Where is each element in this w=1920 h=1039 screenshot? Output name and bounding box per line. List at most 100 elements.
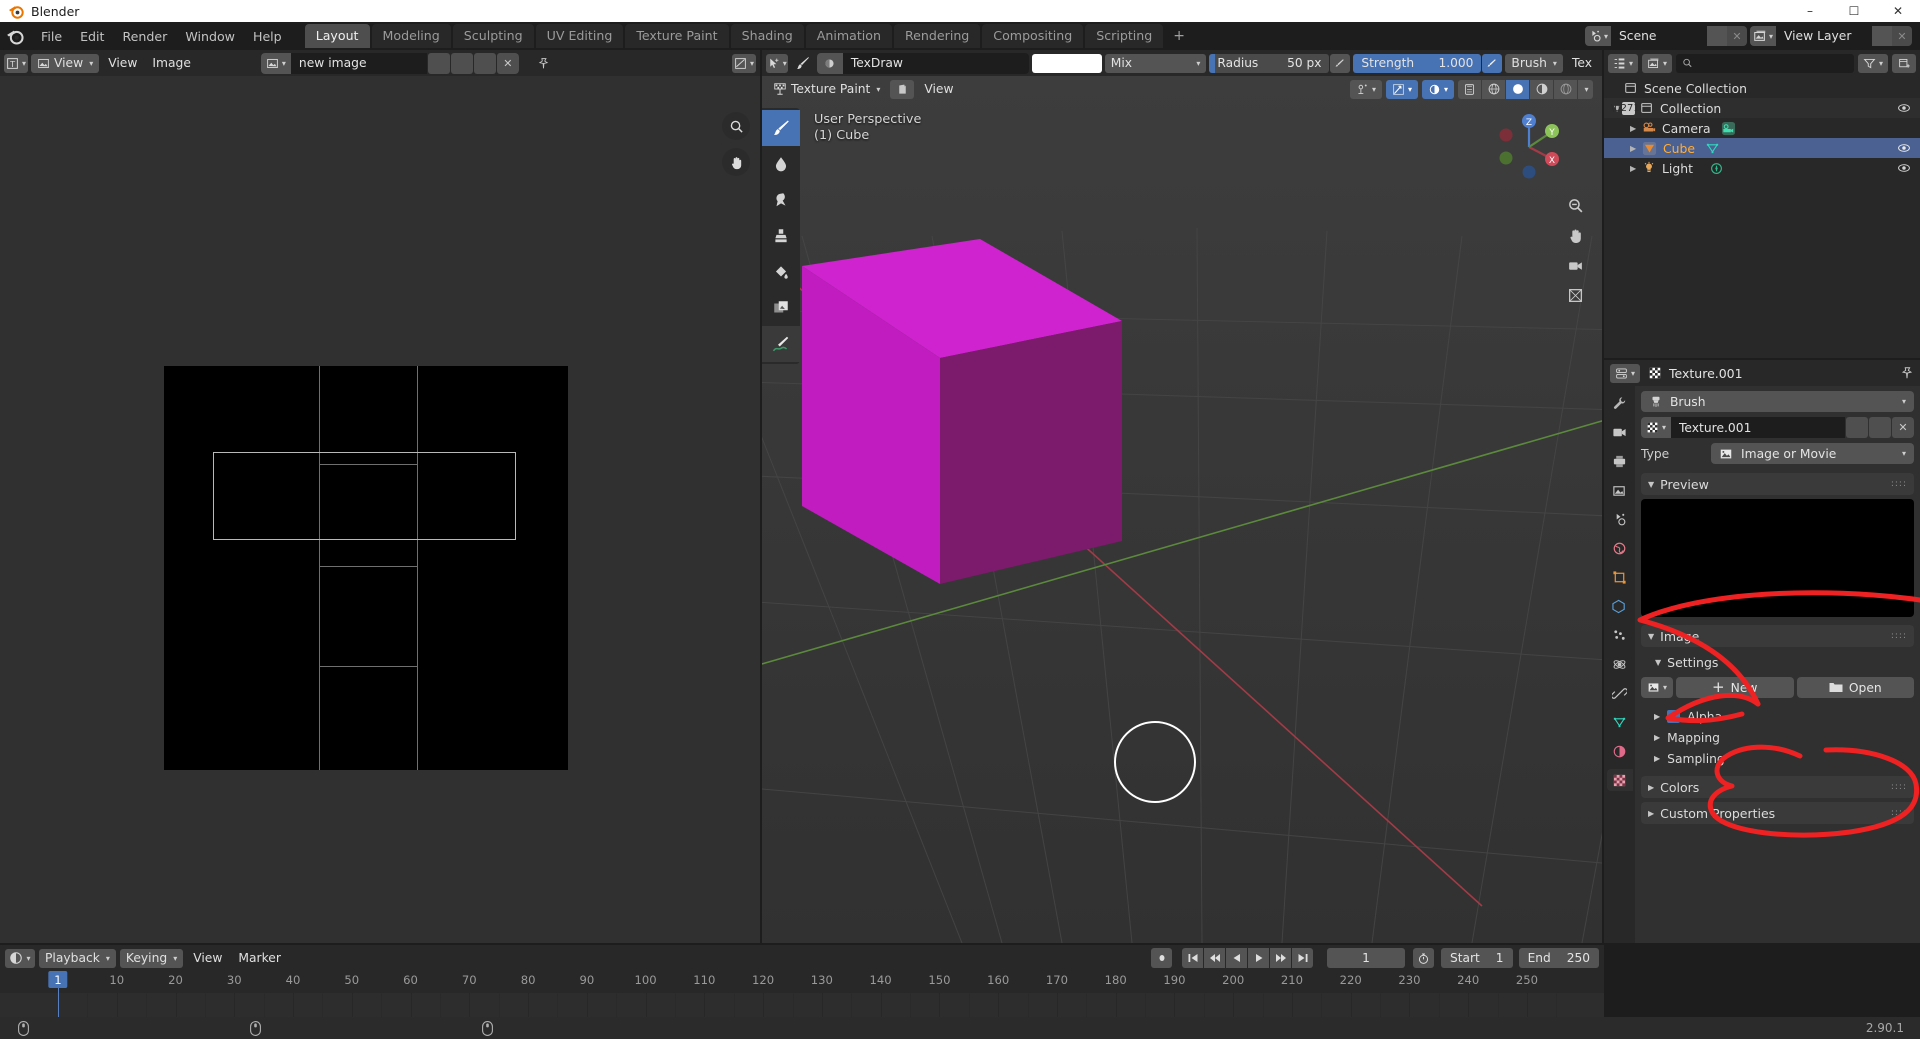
hand-icon[interactable] bbox=[722, 148, 750, 176]
select-box-icon[interactable]: ▾ bbox=[766, 53, 788, 73]
end-frame-field[interactable]: End 250 bbox=[1518, 948, 1599, 968]
outliner-row-camera[interactable]: ▶ Camera bbox=[1604, 118, 1920, 138]
workspace-tab-rendering[interactable]: Rendering bbox=[893, 24, 981, 48]
menu-render[interactable]: Render bbox=[113, 26, 176, 47]
paint-mask-icon[interactable] bbox=[890, 79, 915, 99]
menu-edit[interactable]: Edit bbox=[71, 26, 113, 47]
modifier-tab-icon[interactable] bbox=[1607, 595, 1633, 617]
remove-scene-button[interactable]: ✕ bbox=[1727, 26, 1747, 46]
workspace-tab-compositing[interactable]: Compositing bbox=[982, 24, 1084, 48]
camera-nav-icon[interactable] bbox=[1562, 252, 1588, 278]
outliner-row-cube[interactable]: ▶ Cube bbox=[1604, 138, 1920, 158]
ortho-shading-icon[interactable] bbox=[1482, 79, 1505, 99]
outliner-row-scene-collection[interactable]: Scene Collection bbox=[1604, 78, 1920, 98]
zoom-nav-icon[interactable] bbox=[1562, 192, 1588, 218]
filter-icon[interactable]: ▾ bbox=[1858, 53, 1888, 73]
scene-name[interactable]: Scene bbox=[1611, 26, 1707, 46]
timeline-channel-area[interactable] bbox=[0, 993, 1604, 1017]
outliner-search-field[interactable] bbox=[1697, 56, 1848, 70]
visibility-eye-icon[interactable] bbox=[1897, 141, 1911, 155]
outliner-search-input[interactable] bbox=[1676, 53, 1854, 73]
current-frame-field[interactable]: 1 bbox=[1327, 948, 1406, 968]
menu-window[interactable]: Window bbox=[176, 26, 244, 47]
world-tab-icon[interactable] bbox=[1607, 537, 1633, 559]
fill-tool-icon[interactable] bbox=[762, 254, 800, 290]
brush-icon[interactable] bbox=[791, 54, 814, 73]
annotate-tool-icon[interactable] bbox=[762, 326, 800, 362]
unlink-image-icon[interactable]: ✕ bbox=[496, 52, 519, 74]
collection-checkbox[interactable]: \u2714 bbox=[1611, 101, 1646, 115]
jump-end-icon[interactable] bbox=[1292, 948, 1314, 968]
new-collection-icon[interactable] bbox=[1892, 53, 1916, 73]
timeline-ruler[interactable]: 1102030405060708090100110120130140150160… bbox=[0, 971, 1604, 993]
panel-header-alpha[interactable]: ▶ ✔ Alpha bbox=[1641, 706, 1914, 727]
view-layer-tab-icon[interactable] bbox=[1607, 479, 1633, 501]
panel-header-colors[interactable]: ▶ Colors :::: bbox=[1641, 776, 1914, 798]
pin-icon[interactable] bbox=[1900, 366, 1914, 380]
rendered-shading-icon[interactable] bbox=[1554, 79, 1577, 99]
timeline-menu-marker[interactable]: Marker bbox=[232, 949, 287, 968]
image-editor-canvas[interactable] bbox=[0, 76, 760, 943]
workspace-tab-modeling[interactable]: Modeling bbox=[371, 24, 451, 48]
duplicate-icon[interactable] bbox=[1869, 417, 1891, 438]
texture-browse-icon[interactable]: ▾ bbox=[1641, 417, 1671, 438]
play-icon[interactable] bbox=[1248, 948, 1270, 968]
light-data-icon[interactable] bbox=[1709, 161, 1724, 176]
scene-selector[interactable]: ▾ Scene ✕ bbox=[1585, 26, 1747, 46]
open-image-icon[interactable] bbox=[473, 52, 496, 74]
workspace-tab-scripting[interactable]: Scripting bbox=[1085, 24, 1164, 48]
mask-tool-icon[interactable] bbox=[762, 290, 800, 326]
add-workspace-button[interactable]: + bbox=[1165, 24, 1193, 48]
minimize-button[interactable]: – bbox=[1788, 0, 1832, 22]
panel-header-image[interactable]: ▼ Image :::: bbox=[1641, 625, 1914, 647]
pin-icon[interactable] bbox=[531, 54, 556, 73]
new-image-button[interactable]: + New bbox=[1676, 677, 1794, 698]
physics-tab-icon[interactable] bbox=[1607, 653, 1633, 675]
texture-context-dropdown[interactable]: Brush ▾ bbox=[1641, 391, 1914, 412]
navigation-gizmo[interactable]: Z X Y bbox=[1492, 110, 1566, 184]
timeline-menu-keying[interactable]: Keying ▾ bbox=[119, 948, 184, 968]
duplicate-icon[interactable] bbox=[450, 52, 473, 74]
menu-help[interactable]: Help bbox=[244, 26, 291, 47]
fake-user-icon[interactable] bbox=[427, 52, 450, 74]
xray-toggle-icon[interactable]: ▾ bbox=[1422, 79, 1454, 99]
viewport-canvas[interactable]: Texture Paint ▾ View ▾ ▾ ▾ ▾ User Perspe… bbox=[762, 76, 1602, 943]
outliner-icon[interactable]: ▾ bbox=[1608, 53, 1638, 73]
next-keyframe-icon[interactable] bbox=[1270, 948, 1292, 968]
record-icon[interactable] bbox=[1151, 948, 1173, 968]
panel-header-custom-properties[interactable]: ▶ Custom Properties :::: bbox=[1641, 802, 1914, 824]
material-shading-icon[interactable] bbox=[1530, 79, 1553, 99]
falloff-dropdown[interactable]: Brush ▾ bbox=[1505, 53, 1563, 73]
view-layer-icon[interactable]: ▾ bbox=[1750, 26, 1776, 46]
workspace-tab-layout[interactable]: Layout bbox=[304, 24, 370, 48]
mesh-data-icon[interactable] bbox=[1705, 141, 1720, 156]
brush-name-field[interactable]: TexDraw bbox=[842, 52, 1029, 74]
open-image-button[interactable]: Open bbox=[1796, 677, 1914, 698]
visibility-eye-icon[interactable] bbox=[1897, 161, 1911, 175]
new-view-layer-button[interactable] bbox=[1872, 26, 1892, 46]
panel-header-settings[interactable]: ▼ Settings bbox=[1641, 651, 1914, 673]
disclosure-triangle[interactable]: ▶ bbox=[1630, 124, 1642, 133]
wireframe-shading-icon[interactable] bbox=[1458, 79, 1481, 99]
object-tab-icon[interactable] bbox=[1607, 566, 1633, 588]
texture-type-dropdown[interactable]: Image or Movie ▾ bbox=[1711, 443, 1914, 464]
image-editor-menu-view[interactable]: View bbox=[102, 54, 143, 73]
maximize-button[interactable]: ☐ bbox=[1832, 0, 1876, 22]
clone-tool-icon[interactable] bbox=[762, 218, 800, 254]
outliner-display-mode-icon[interactable]: ▾ bbox=[1642, 53, 1672, 73]
camera-data-icon[interactable] bbox=[1721, 121, 1736, 136]
disclosure-triangle[interactable]: ▶ bbox=[1630, 164, 1642, 173]
particles-tab-icon[interactable] bbox=[1607, 624, 1633, 646]
view-layer-selector[interactable]: ▾ View Layer ✕ bbox=[1750, 26, 1912, 46]
image-editor-mode-selector[interactable]: View ▾ bbox=[31, 53, 100, 73]
workspace-tab-texture-paint[interactable]: Texture Paint bbox=[625, 24, 729, 48]
draw-tool-icon[interactable] bbox=[762, 110, 800, 146]
alpha-checkbox[interactable]: ✔ bbox=[1667, 710, 1681, 723]
solid-shading-icon[interactable] bbox=[1506, 79, 1529, 99]
image-name-field[interactable]: new image bbox=[290, 52, 427, 74]
scene-tab-icon[interactable] bbox=[1607, 508, 1633, 530]
visibility-eye-icon[interactable] bbox=[1897, 101, 1911, 115]
constraints-tab-icon[interactable] bbox=[1607, 682, 1633, 704]
image-editor-menu-image[interactable]: Image bbox=[146, 54, 197, 73]
panel-header-preview[interactable]: ▼ Preview :::: bbox=[1641, 473, 1914, 495]
